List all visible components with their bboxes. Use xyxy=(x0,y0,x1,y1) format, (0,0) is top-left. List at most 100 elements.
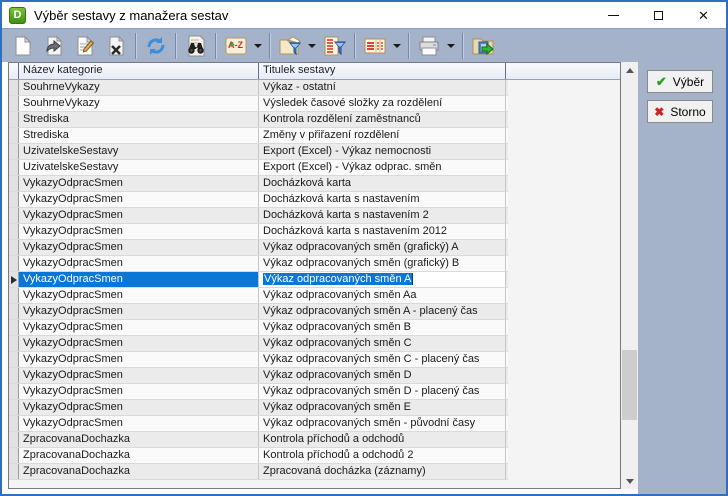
print-dropdown-button[interactable] xyxy=(444,32,458,59)
title-cell[interactable]: Kontrola rozdělení zaměstnanců xyxy=(259,112,506,127)
table-row[interactable]: VykazyOdpracSmenDocházková karta xyxy=(9,176,508,192)
maximize-button[interactable] xyxy=(636,2,681,28)
category-cell[interactable]: VykazyOdpracSmen xyxy=(19,336,259,351)
title-cell[interactable]: Docházková karta s nastavením 2 xyxy=(259,208,506,223)
title-cell[interactable]: Výkaz odpracovaných směn E xyxy=(259,400,506,415)
category-cell[interactable]: Strediska xyxy=(19,128,259,143)
title-cell[interactable]: Výkaz - ostatní xyxy=(259,80,506,95)
category-cell[interactable]: VykazyOdpracSmen xyxy=(19,176,259,191)
title-cell[interactable]: Docházková karta s nastavením xyxy=(259,192,506,207)
scroll-down-button[interactable] xyxy=(621,473,638,489)
column-header-title[interactable]: Titulek sestavy xyxy=(259,63,506,79)
title-cell[interactable]: Výsledek časové složky za rozdělení xyxy=(259,96,506,111)
title-cell[interactable]: Výkaz odpracovaných směn (grafický) A xyxy=(259,240,506,255)
sort-dropdown-button[interactable] xyxy=(251,32,265,59)
category-cell[interactable]: SouhrneVykazy xyxy=(19,80,259,95)
title-cell[interactable]: Výkaz odpracovaných směn A xyxy=(259,272,506,287)
minimize-button[interactable] xyxy=(591,2,636,28)
cancel-button[interactable]: ✖ Storno xyxy=(647,100,713,123)
category-cell[interactable]: ZpracovanaDochazka xyxy=(19,448,259,463)
title-cell[interactable]: Kontrola příchodů a odchodů 2 xyxy=(259,448,506,463)
export-button[interactable] xyxy=(468,32,497,59)
delete-report-button[interactable] xyxy=(101,32,130,59)
table-row[interactable]: UzivatelskeSestavyExport (Excel) - Výkaz… xyxy=(9,160,508,176)
table-row[interactable]: VykazyOdpracSmenVýkaz odpracovaných směn… xyxy=(9,352,508,368)
filter-dropdown-button[interactable] xyxy=(305,32,319,59)
table-row[interactable]: ZpracovanaDochazkaZpracovaná docházka (z… xyxy=(9,464,508,480)
filter-grid-button[interactable] xyxy=(320,32,349,59)
title-cell[interactable]: Výkaz odpracovaných směn D xyxy=(259,368,506,383)
category-cell[interactable]: VykazyOdpracSmen xyxy=(19,384,259,399)
table-row[interactable]: VykazyOdpracSmenVýkaz odpracovaných směn… xyxy=(9,416,508,432)
table-row[interactable]: ZpracovanaDochazkaKontrola příchodů a od… xyxy=(9,448,508,464)
column-header-category[interactable]: Název kategorie xyxy=(19,63,259,79)
scroll-up-button[interactable] xyxy=(621,62,638,78)
filter-button[interactable] xyxy=(275,32,304,59)
edit-report-button[interactable] xyxy=(70,32,99,59)
title-cell[interactable]: Výkaz odpracovaných směn D - placený čas xyxy=(259,384,506,399)
title-cell[interactable]: Docházková karta s nastavením 2012 xyxy=(259,224,506,239)
category-cell[interactable]: UzivatelskeSestavy xyxy=(19,144,259,159)
close-button[interactable]: ✕ xyxy=(681,2,726,28)
table-row[interactable]: VykazyOdpracSmenVýkaz odpracovaných směn… xyxy=(9,336,508,352)
table-row[interactable]: VykazyOdpracSmenVýkaz odpracovaných směn… xyxy=(9,256,508,272)
vertical-scrollbar[interactable] xyxy=(621,62,638,489)
find-button[interactable] xyxy=(181,32,210,59)
scrollbar-thumb[interactable] xyxy=(622,350,637,420)
category-cell[interactable]: VykazyOdpracSmen xyxy=(19,352,259,367)
table-row[interactable]: VykazyOdpracSmenDocházková karta s nasta… xyxy=(9,208,508,224)
category-cell[interactable]: VykazyOdpracSmen xyxy=(19,224,259,239)
title-cell[interactable]: Kontrola příchodů a odchodů xyxy=(259,432,506,447)
title-cell[interactable]: Výkaz odpracovaných směn B xyxy=(259,320,506,335)
category-cell[interactable]: VykazyOdpracSmen xyxy=(19,256,259,271)
category-cell[interactable]: VykazyOdpracSmen xyxy=(19,304,259,319)
table-row[interactable]: VykazyOdpracSmenVýkaz odpracovaných směn… xyxy=(9,368,508,384)
table-row[interactable]: VykazyOdpracSmenVýkaz odpracovaných směn… xyxy=(9,304,508,320)
copy-report-button[interactable] xyxy=(39,32,68,59)
title-cell[interactable]: Výkaz odpracovaných směn A - placený čas xyxy=(259,304,506,319)
category-cell[interactable]: ZpracovanaDochazka xyxy=(19,464,259,479)
title-cell[interactable]: Změny v přiřazení rozdělení xyxy=(259,128,506,143)
category-cell[interactable]: VykazyOdpracSmen xyxy=(19,208,259,223)
title-cell[interactable]: Zpracovaná docházka (záznamy) xyxy=(259,464,506,479)
category-cell[interactable]: VykazyOdpracSmen xyxy=(19,400,259,415)
title-cell[interactable]: Export (Excel) - Výkaz nemocnosti xyxy=(259,144,506,159)
refresh-button[interactable] xyxy=(141,32,170,59)
table-row[interactable]: VykazyOdpracSmenVýkaz odpracovaných směn… xyxy=(9,240,508,256)
columns-dropdown-button[interactable] xyxy=(390,32,404,59)
table-row[interactable]: VykazyOdpracSmenVýkaz odpracovaných směn… xyxy=(9,288,508,304)
category-cell[interactable]: VykazyOdpracSmen xyxy=(19,192,259,207)
table-row[interactable]: ZpracovanaDochazkaKontrola příchodů a od… xyxy=(9,432,508,448)
title-cell[interactable]: Výkaz odpracovaných směn C - placený čas xyxy=(259,352,506,367)
table-row[interactable]: VykazyOdpracSmenVýkaz odpracovaných směn… xyxy=(9,400,508,416)
table-row[interactable]: SouhrneVykazyVýsledek časové složky za r… xyxy=(9,96,508,112)
category-cell[interactable]: VykazyOdpracSmen xyxy=(19,320,259,335)
columns-button[interactable] xyxy=(360,32,389,59)
table-row[interactable]: VykazyOdpracSmenVýkaz odpracovaných směn… xyxy=(9,272,508,288)
table-row[interactable]: StrediskaKontrola rozdělení zaměstnanců xyxy=(9,112,508,128)
title-cell[interactable]: Výkaz odpracovaných směn - původní časy xyxy=(259,416,506,431)
title-cell[interactable]: Výkaz odpracovaných směn (grafický) B xyxy=(259,256,506,271)
category-cell[interactable]: VykazyOdpracSmen xyxy=(19,416,259,431)
table-row[interactable]: UzivatelskeSestavyExport (Excel) - Výkaz… xyxy=(9,144,508,160)
sort-az-button[interactable]: A-Z xyxy=(221,32,250,59)
category-cell[interactable]: VykazyOdpracSmen xyxy=(19,368,259,383)
category-cell[interactable]: ZpracovanaDochazka xyxy=(19,432,259,447)
category-cell[interactable]: UzivatelskeSestavy xyxy=(19,160,259,175)
category-cell[interactable]: VykazyOdpracSmen xyxy=(19,240,259,255)
title-cell[interactable]: Výkaz odpracovaných směn C xyxy=(259,336,506,351)
table-row[interactable]: VykazyOdpracSmenVýkaz odpracovaných směn… xyxy=(9,320,508,336)
print-button[interactable] xyxy=(414,32,443,59)
category-cell[interactable]: VykazyOdpracSmen xyxy=(19,288,259,303)
select-button[interactable]: ✔ Výběr xyxy=(647,70,713,93)
title-cell[interactable]: Docházková karta xyxy=(259,176,506,191)
category-cell[interactable]: Strediska xyxy=(19,112,259,127)
table-row[interactable]: StrediskaZměny v přiřazení rozdělení xyxy=(9,128,508,144)
category-cell[interactable]: VykazyOdpracSmen xyxy=(19,272,259,287)
table-row[interactable]: VykazyOdpracSmenDocházková karta s nasta… xyxy=(9,192,508,208)
table-row[interactable]: SouhrneVykazyVýkaz - ostatní xyxy=(9,80,508,96)
title-cell[interactable]: Export (Excel) - Výkaz odprac. směn xyxy=(259,160,506,175)
new-report-button[interactable] xyxy=(8,32,37,59)
title-cell[interactable]: Výkaz odpracovaných směn Aa xyxy=(259,288,506,303)
category-cell[interactable]: SouhrneVykazy xyxy=(19,96,259,111)
